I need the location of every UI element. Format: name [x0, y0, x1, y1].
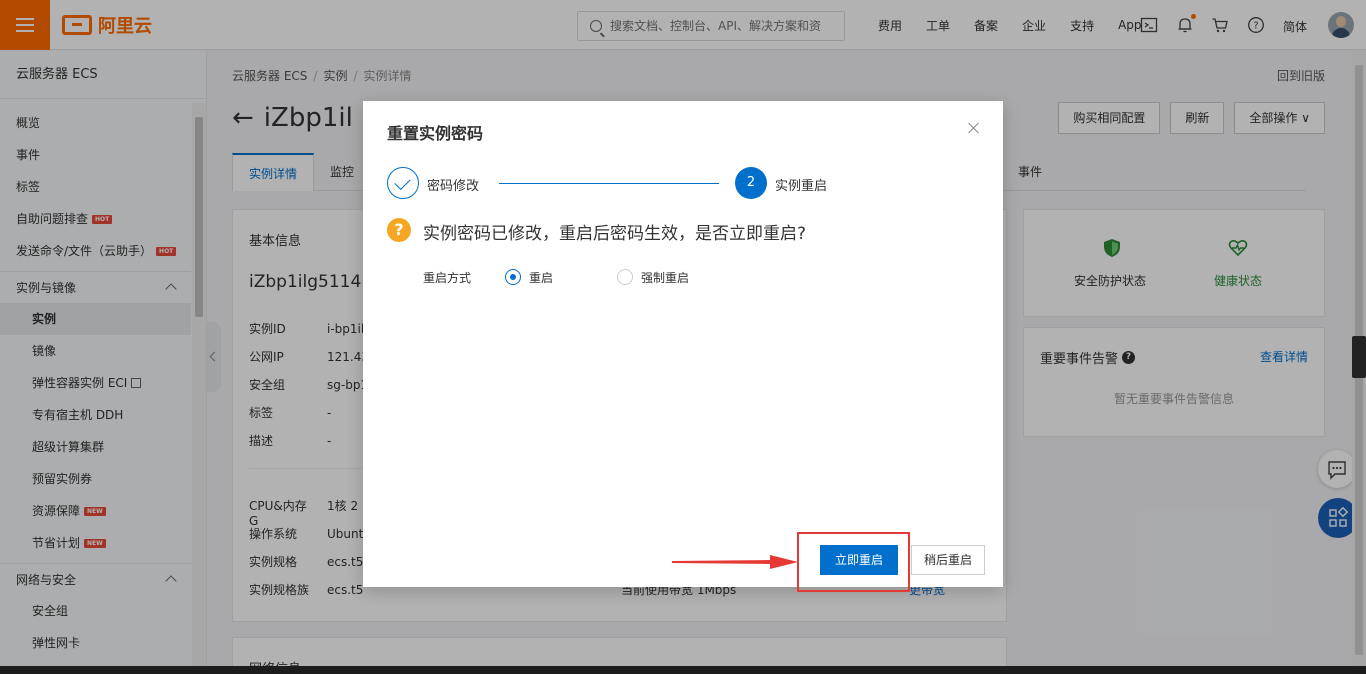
restart-later-button[interactable]: 稍后重启 — [911, 545, 985, 575]
step2-number: 2 — [735, 167, 767, 199]
step-complete-check-icon — [387, 167, 419, 199]
radio-restart-label[interactable]: 重启 — [529, 269, 553, 286]
annotation-highlight-box — [797, 532, 910, 592]
annotation-arrow-icon — [672, 555, 798, 569]
radio-restart[interactable] — [505, 269, 521, 285]
warning-message: 实例密码已修改，重启后密码生效，是否立即重启? — [423, 224, 807, 244]
restart-mode-label: 重启方式 — [423, 271, 472, 285]
radio-force-restart-label[interactable]: 强制重启 — [641, 269, 689, 286]
close-icon[interactable] — [967, 121, 981, 135]
side-handle[interactable] — [1352, 336, 1366, 378]
taskbar — [0, 666, 1366, 674]
step1-label: 密码修改 — [427, 179, 480, 194]
reset-password-dialog: 重置实例密码 密码修改 2 实例重启 ? 实例密码已修改，重启后密码生效，是否立… — [363, 101, 1003, 587]
dialog-title: 重置实例密码 — [387, 124, 484, 143]
step2-label: 实例重启 — [775, 179, 828, 194]
radio-force-restart[interactable] — [617, 269, 633, 285]
step-connector — [499, 183, 719, 184]
question-warning-icon: ? — [387, 218, 411, 242]
